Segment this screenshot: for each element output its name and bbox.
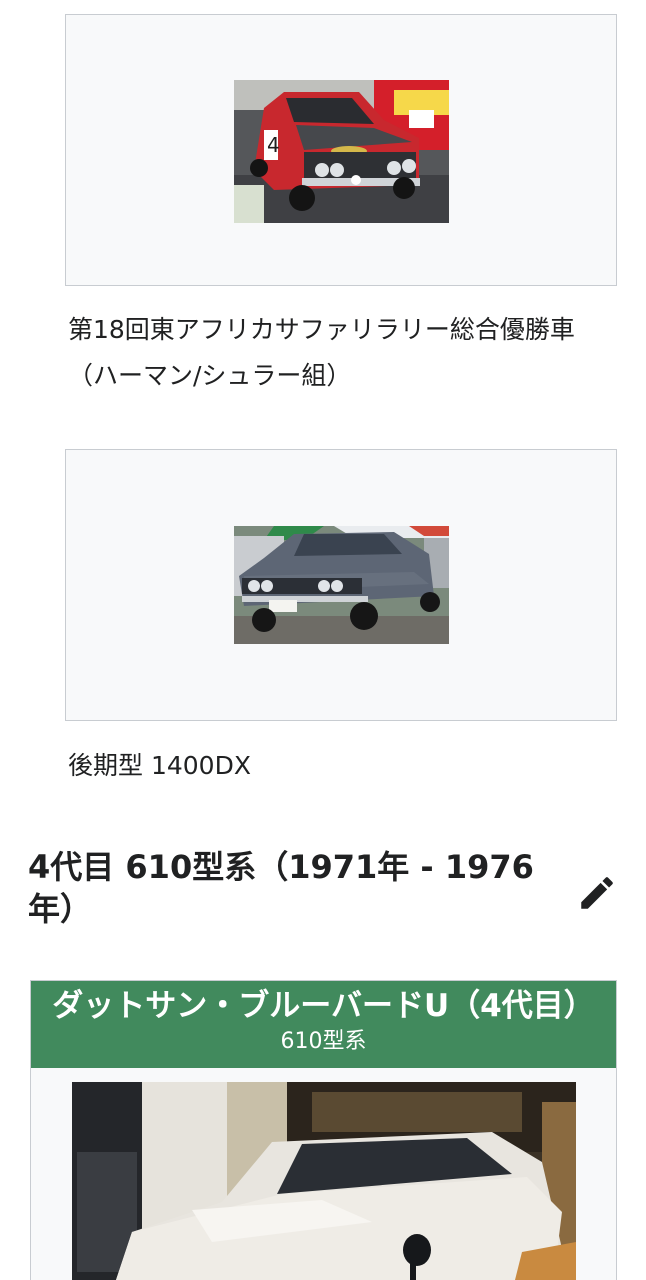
rally-car-image[interactable]: 4 <box>234 80 449 223</box>
caption-line: 後期型 1400DX <box>68 751 251 780</box>
gallery-item-2 <box>65 449 617 721</box>
svg-text:4: 4 <box>267 133 280 157</box>
heading-line: 年） <box>28 890 93 928</box>
caption-line: （ハーマン/シュラー組） <box>68 361 352 390</box>
caption-line: 第18回東アフリカサファリラリー総合優勝車 <box>68 315 575 344</box>
infobox-subtitle: 610型系 <box>280 1029 367 1054</box>
heading-line: 4代目 610型系（1971年 - 1976 <box>28 848 534 886</box>
bluebird-610-image[interactable] <box>72 1082 576 1280</box>
bluebird-1400dx-image[interactable] <box>234 526 449 644</box>
infobox: ダットサン・ブルーバードU（4代目） 610型系 <box>30 980 617 1280</box>
gallery-caption-2: 後期型 1400DX <box>68 743 628 789</box>
infobox-header: ダットサン・ブルーバードU（4代目） 610型系 <box>31 981 616 1068</box>
edit-section-button[interactable] <box>576 872 618 914</box>
gallery-caption-1: 第18回東アフリカサファリラリー総合優勝車 （ハーマン/シュラー組） <box>68 307 628 399</box>
pencil-icon <box>581 877 613 909</box>
article-page: 4 第18回東アフリカサファリラリー総合優勝車 （ハーマン/シュラー組） 後期型… <box>0 0 646 1280</box>
infobox-title: ダットサン・ブルーバードU（4代目） <box>52 988 595 1024</box>
gallery-item-1: 4 <box>65 14 617 286</box>
section-heading: 4代目 610型系（1971年 - 1976 年） <box>28 846 548 930</box>
